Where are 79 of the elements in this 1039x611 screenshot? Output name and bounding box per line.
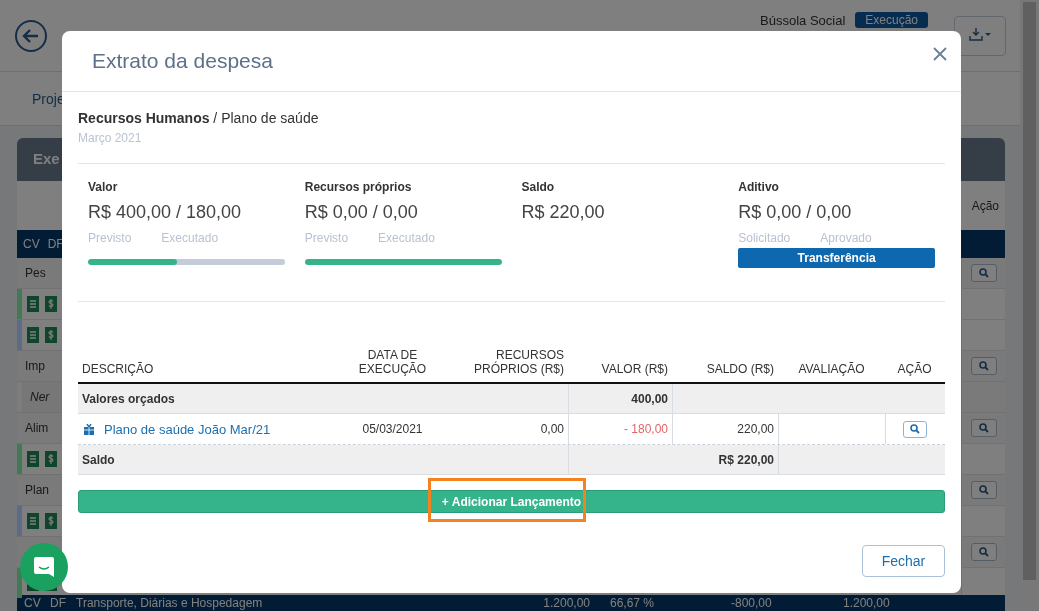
stat-label: Aditivo	[738, 180, 780, 194]
row-label: Imp	[25, 359, 45, 373]
stat-label: Valor	[88, 180, 119, 194]
stat-label: Saldo	[521, 180, 556, 194]
table-cell: 66,67 %	[610, 596, 655, 610]
dollar-document-icon[interactable]	[44, 450, 58, 468]
scrollbar[interactable]	[1020, 0, 1039, 611]
row-label: Ner	[30, 390, 50, 404]
receipt-icon[interactable]	[26, 450, 40, 468]
stat-sublabel: Executado	[161, 231, 219, 245]
table-cell: R$ 220,00	[568, 445, 778, 474]
search-button[interactable]	[970, 264, 997, 282]
receipt-icon[interactable]	[26, 512, 40, 530]
dollar-document-icon[interactable]	[44, 326, 58, 344]
brand-label: Bússola Social	[760, 13, 846, 28]
stat-value: R$ 400,00 / 180,00	[88, 202, 243, 223]
column-header: AVALIAÇÃO	[797, 362, 866, 378]
table-cell-text: 0,00	[539, 421, 565, 438]
table-cell: DF	[50, 596, 66, 610]
table-cell: 1.200,00	[843, 596, 890, 610]
table-cell: 400,00	[568, 384, 672, 413]
period-label: Março 2021	[78, 131, 143, 145]
close-button[interactable]: Fechar	[862, 545, 945, 577]
dollar-document-icon[interactable]	[44, 512, 58, 530]
column-header: Ação	[971, 198, 999, 213]
column-header: CV	[23, 237, 40, 251]
back-icon[interactable]	[14, 18, 48, 53]
column-header: SALDO (R$)	[705, 362, 775, 378]
stat-sublabel: Executado	[378, 231, 435, 245]
row-label: Alim	[25, 421, 49, 435]
search-icon	[978, 547, 989, 557]
table-cell: 1.200,00	[543, 596, 590, 610]
stat-value: R$ 0,00 / 0,00	[738, 202, 853, 223]
stat-sublabel: Aprovado	[820, 231, 872, 245]
search-button[interactable]	[970, 481, 997, 499]
search-icon	[978, 268, 989, 278]
column-header: DF	[47, 237, 64, 251]
column-header: AÇÃO	[896, 362, 933, 378]
table-cell: CV	[24, 596, 41, 610]
stat-value: R$ 0,00 / 0,00	[304, 202, 419, 223]
column-header: VALOR (R$)	[600, 362, 669, 378]
gift-icon	[84, 423, 94, 435]
modal-title: Extrato da despesa	[92, 49, 273, 73]
search-button[interactable]	[970, 543, 997, 561]
table-cell: - 180,00	[568, 414, 672, 444]
breadcrumb: Recursos Humanos / Plano de saúde	[78, 110, 320, 126]
search-button[interactable]	[903, 420, 927, 438]
stat-label: Recursos próprios	[304, 180, 413, 194]
receipt-icon[interactable]	[26, 295, 40, 313]
search-icon	[978, 485, 989, 495]
receipt-icon[interactable]	[26, 326, 40, 344]
search-icon	[910, 424, 920, 434]
table-cell: 220,00	[672, 414, 778, 444]
stat-value: R$ 220,00	[521, 202, 606, 223]
status-badge: Execução	[855, 12, 928, 28]
search-button[interactable]	[970, 357, 997, 375]
table-cell: -800,00	[731, 596, 772, 610]
stat-sublabel: Solicitado	[738, 231, 791, 245]
stat-sublabel: Previsto	[304, 231, 349, 245]
transfer-button[interactable]: Transferência	[738, 248, 935, 268]
column-header: DATA DE EXECUÇÃO	[357, 348, 428, 378]
table-cell: Transporte, Diárias e Hospedagem	[76, 596, 263, 610]
stat-sublabel: Previsto	[88, 231, 132, 245]
row-label: Pes	[25, 266, 46, 280]
table-cell-text: Valores orçados	[81, 390, 176, 408]
table-cell-text: Saldo	[81, 451, 116, 469]
table-cell-text: 05/03/2021	[361, 421, 424, 438]
dollar-document-icon[interactable]	[44, 295, 58, 313]
close-icon[interactable]	[933, 47, 947, 61]
download-icon	[969, 27, 991, 41]
download-button[interactable]	[954, 15, 1006, 56]
chat-bubble-icon	[33, 556, 55, 578]
search-button[interactable]	[970, 419, 997, 437]
search-icon	[978, 361, 989, 371]
search-icon	[978, 423, 989, 433]
row-label: Plan	[25, 483, 50, 497]
entry-link[interactable]: Plano de saúde João Mar/21	[104, 421, 271, 437]
column-header: RECURSOS PRÓPRIOS (R$)	[473, 348, 565, 378]
column-header: DESCRIÇÃO	[81, 362, 155, 378]
